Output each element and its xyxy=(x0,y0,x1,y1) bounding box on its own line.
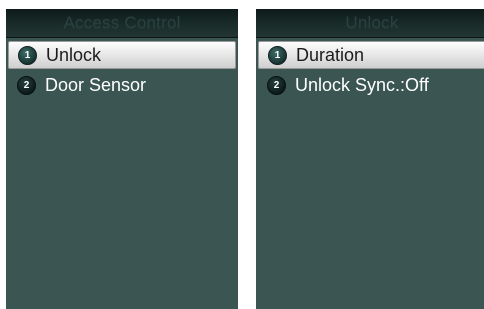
menu-item-label: Duration xyxy=(296,45,365,65)
screen-title: Unlock xyxy=(345,13,399,32)
menu-item-duration[interactable]: 1 Duration xyxy=(258,41,484,69)
number-1-icon: 1 xyxy=(268,45,287,65)
menu-list: 1 Duration 2 Unlock Sync.:Off xyxy=(256,38,484,99)
access-control-screen: Access Control 1 Unlock 2 Door Sensor xyxy=(6,9,238,309)
number-1-icon: 1 xyxy=(18,45,37,65)
title-bar: Unlock xyxy=(256,9,484,38)
title-bar: Access Control xyxy=(6,9,238,38)
screen-title: Access Control xyxy=(63,13,181,32)
menu-item-label: Unlock Sync.:Off xyxy=(295,75,429,95)
menu-list: 1 Unlock 2 Door Sensor xyxy=(6,38,238,99)
menu-item-label: Unlock xyxy=(46,45,102,65)
menu-item-label: Door Sensor xyxy=(45,75,147,95)
menu-item-door-sensor[interactable]: 2 Door Sensor xyxy=(8,71,236,99)
number-2-icon: 2 xyxy=(17,75,36,95)
unlock-screen: Unlock 1 Duration 2 Unlock Sync.:Off xyxy=(256,9,484,309)
number-2-icon: 2 xyxy=(267,75,286,95)
screenshot-stage: Access Control 1 Unlock 2 Door Sensor Un… xyxy=(0,0,484,309)
menu-item-unlock-sync[interactable]: 2 Unlock Sync.:Off xyxy=(258,71,484,99)
menu-item-unlock[interactable]: 1 Unlock xyxy=(8,41,236,69)
